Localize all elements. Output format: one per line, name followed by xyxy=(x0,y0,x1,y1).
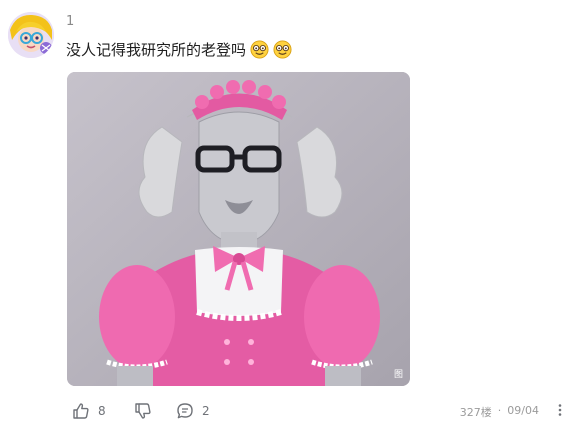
username[interactable]: 1 xyxy=(66,14,74,29)
comment-actions: 8 2 xyxy=(72,401,210,421)
reply-button[interactable]: 2 xyxy=(176,402,210,420)
comment-date: 09/04 xyxy=(507,404,539,417)
comment-body: 没人记得我研究所的老登吗 xyxy=(66,39,292,60)
image-watermark: 图 xyxy=(394,369,403,379)
thumbs-up-icon xyxy=(73,403,89,419)
avatar-image xyxy=(8,12,54,58)
like-button[interactable]: 8 xyxy=(72,402,134,420)
floor-number: 327楼 xyxy=(459,406,492,419)
comment-image[interactable]: 图 xyxy=(67,72,410,386)
meta-separator: · xyxy=(497,404,502,417)
dislike-button[interactable] xyxy=(134,402,176,420)
like-count: 8 xyxy=(98,404,106,418)
comment-item: 1 没人记得我研究所的老登吗 图 8 2 327楼 · 09/04 xyxy=(0,0,583,429)
smiling-face-with-glasses-emoji xyxy=(250,40,269,59)
comment-bubble-icon xyxy=(177,403,193,419)
thumbs-down-icon xyxy=(135,403,151,419)
comment-meta: 327楼 · 09/04 xyxy=(460,404,539,420)
more-options-icon[interactable] xyxy=(553,403,567,417)
smiling-face-with-glasses-emoji xyxy=(273,40,292,59)
character-image: 图 xyxy=(67,72,410,386)
reply-count: 2 xyxy=(202,404,210,418)
avatar[interactable] xyxy=(8,12,54,58)
comment-text: 没人记得我研究所的老登吗 xyxy=(66,41,247,59)
